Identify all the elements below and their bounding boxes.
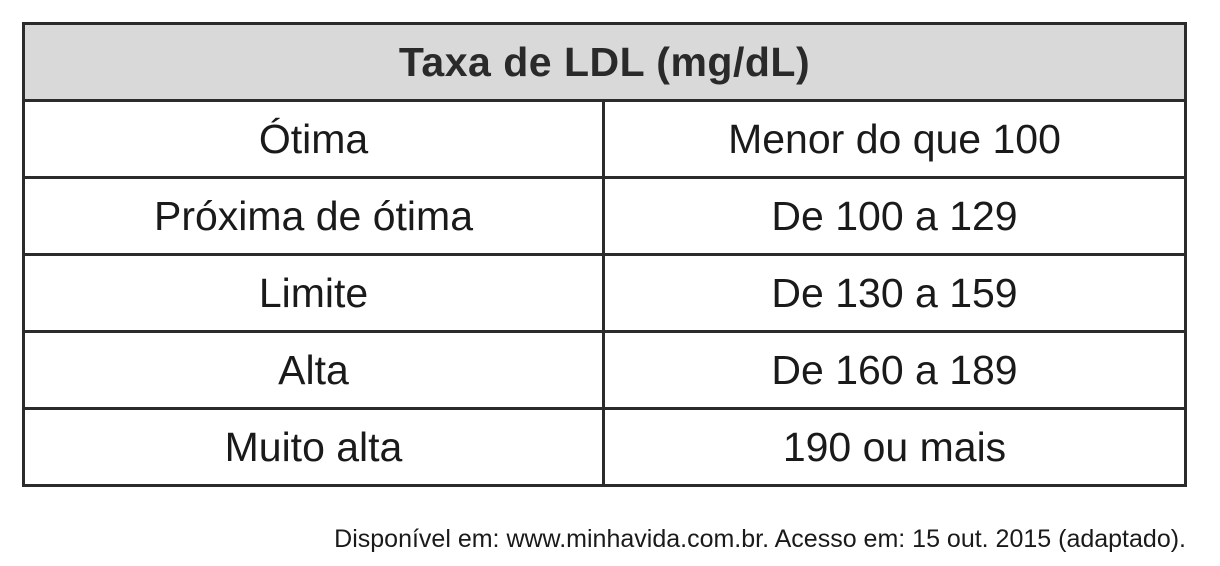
category-cell: Muito alta: [22, 407, 605, 487]
category-cell: Limite: [22, 253, 605, 333]
table-title: Taxa de LDL (mg/dL): [21, 22, 1188, 102]
source-citation: Disponível em: www.minhavida.com.br. Ace…: [334, 525, 1186, 553]
ldl-table: Taxa de LDL (mg/dL) Ótima Menor do que 1…: [21, 22, 1188, 487]
table-row: Ótima Menor do que 100: [22, 99, 1188, 179]
category-cell: Ótima: [22, 99, 605, 179]
table-row: Muito alta 190 ou mais: [22, 407, 1188, 487]
table-row: Alta De 160 a 189: [22, 330, 1188, 410]
table-row: Próxima de ótima De 100 a 129: [22, 176, 1188, 256]
category-cell: Próxima de ótima: [22, 176, 605, 256]
table-row: Limite De 130 a 159: [22, 253, 1188, 333]
category-cell: Alta: [22, 330, 605, 410]
range-cell: 190 ou mais: [601, 407, 1188, 487]
table-header-row: Taxa de LDL (mg/dL): [21, 22, 1188, 102]
range-cell: Menor do que 100: [601, 99, 1188, 179]
range-cell: De 100 a 129: [601, 176, 1188, 256]
range-cell: De 130 a 159: [601, 253, 1188, 333]
range-cell: De 160 a 189: [601, 330, 1188, 410]
